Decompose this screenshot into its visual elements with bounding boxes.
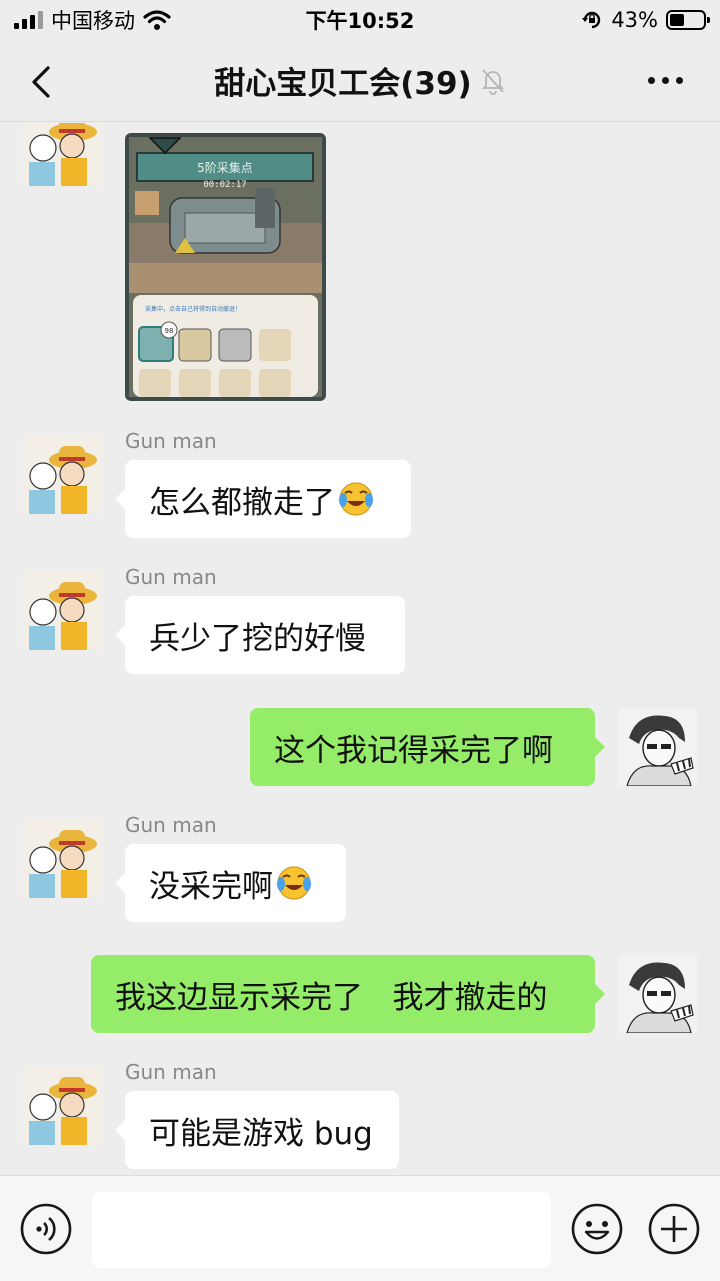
crying-laughing-emoji-icon <box>339 482 373 516</box>
avatar-gun-man[interactable] <box>23 1067 101 1145</box>
wifi-icon <box>143 10 171 30</box>
game-panel-title: 5阶采集点 <box>197 160 253 175</box>
message-text: 没采完啊 <box>149 868 273 905</box>
carrier-label: 中国移动 <box>51 9 135 33</box>
avatar-illustration <box>23 820 101 898</box>
message-bubble-outgoing[interactable]: 我这边显示采完了 我才撤走的 <box>91 955 605 1033</box>
message-input[interactable] <box>92 1192 551 1268</box>
sender-name: Gun man <box>125 1060 217 1084</box>
message-bubble-outgoing[interactable]: 这个我记得采完了啊 <box>250 708 605 786</box>
battery-percent: 43% <box>611 8 658 32</box>
avatar-illustration <box>23 436 101 514</box>
input-bar <box>0 1175 720 1281</box>
avatar-gun-man[interactable] <box>23 436 101 514</box>
emoji-button[interactable] <box>571 1203 623 1255</box>
message-bubble[interactable]: 兵少了挖的好慢 <box>115 596 405 674</box>
chat-title: 甜心宝贝工会(39) <box>214 58 505 103</box>
message-text: 怎么都撤走了 <box>149 484 335 521</box>
message-bubble[interactable]: 可能是游戏 bug <box>115 1091 399 1169</box>
crying-laughing-emoji-icon <box>277 866 311 900</box>
rotation-lock-icon <box>582 11 601 29</box>
avatar-gun-man[interactable] <box>23 123 101 186</box>
signal-icon <box>14 11 43 29</box>
avatar-illustration <box>619 708 697 786</box>
more-functions-button[interactable] <box>648 1203 700 1255</box>
sender-name: Gun man <box>125 565 217 589</box>
avatar-gun-man[interactable] <box>23 820 101 898</box>
battery-fill <box>670 14 684 26</box>
avatar-gun-man[interactable] <box>23 572 101 650</box>
avatar-self[interactable] <box>619 708 697 786</box>
avatar-illustration <box>619 955 697 1033</box>
back-button[interactable] <box>26 62 58 102</box>
avatar-self[interactable] <box>619 955 697 1033</box>
message-bubble[interactable]: 没采完啊 <box>115 844 346 922</box>
avatar-illustration <box>23 572 101 650</box>
message-text: 我这边显示采完了 我才撤走的 <box>115 979 548 1016</box>
sender-name: Gun man <box>125 429 217 453</box>
message-bubble[interactable]: 怎么都撤走了 <box>115 460 411 538</box>
game-timer: 00:02:17 <box>203 180 246 190</box>
game-count: 98 <box>165 327 174 335</box>
mute-bell-icon <box>481 68 504 95</box>
chat-area[interactable]: 5阶采集点 00:02:17 采集中，点击自己将得到自动撤退！ 98 Gun m… <box>0 123 720 1175</box>
battery-icon <box>666 10 710 30</box>
nav-bar: 甜心宝贝工会(39) <box>0 40 720 122</box>
sender-name: Gun man <box>125 813 217 837</box>
status-left: 中国移动 <box>14 5 171 35</box>
game-screenshot-image: 5阶采集点 00:02:17 采集中，点击自己将得到自动撤退！ 98 <box>125 133 326 401</box>
message-text: 兵少了挖的好慢 <box>149 620 366 657</box>
game-hint-text: 采集中，点击自己将得到自动撤退！ <box>145 305 241 313</box>
game-screenshot-message[interactable]: 5阶采集点 00:02:17 采集中，点击自己将得到自动撤退！ 98 <box>125 133 326 401</box>
more-options-button[interactable] <box>648 70 688 90</box>
status-bar: 中国移动 下午10:52 43% <box>0 0 720 40</box>
voice-input-button[interactable] <box>20 1203 72 1255</box>
message-text: 这个我记得采完了啊 <box>274 732 553 769</box>
message-text: 可能是游戏 bug <box>149 1115 373 1152</box>
avatar-illustration <box>23 123 101 186</box>
avatar-illustration <box>23 1067 101 1145</box>
status-right: 43% <box>581 8 710 32</box>
group-name: 甜心宝贝工会(39) <box>214 66 472 102</box>
